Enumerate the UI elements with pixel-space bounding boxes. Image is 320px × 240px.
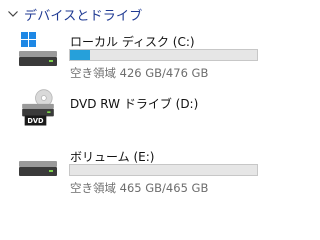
dvd-label: DVD bbox=[27, 117, 44, 125]
capacity-bar-fill bbox=[70, 50, 90, 60]
dvd-drive-icon: DVD bbox=[22, 89, 54, 126]
section-title: デバイスとドライブ bbox=[24, 8, 143, 24]
windows-drive-icon bbox=[19, 32, 57, 66]
devices-and-drives-header[interactable]: デバイスとドライブ bbox=[6, 4, 142, 24]
chevron-down-icon[interactable] bbox=[6, 7, 20, 21]
drive-name: ローカル ディスク (C:) bbox=[70, 35, 195, 49]
hard-drive-icon bbox=[19, 161, 57, 176]
free-space-text: 空き領域 426 GB/476 GB bbox=[70, 66, 209, 80]
drive-d[interactable]: DVD DVD RW ドライブ (D:) bbox=[0, 88, 289, 140]
capacity-bar bbox=[69, 164, 258, 176]
capacity-bar bbox=[69, 49, 258, 61]
drive-c[interactable]: ローカル ディスク (C:) 空き領域 426 GB/476 GB bbox=[0, 30, 289, 82]
drive-e[interactable]: ボリューム (E:) 空き領域 465 GB/465 GB bbox=[0, 146, 289, 198]
free-space-text: 空き領域 465 GB/465 GB bbox=[70, 181, 209, 195]
drive-name: DVD RW ドライブ (D:) bbox=[70, 97, 199, 111]
drive-name: ボリューム (E:) bbox=[70, 150, 155, 164]
